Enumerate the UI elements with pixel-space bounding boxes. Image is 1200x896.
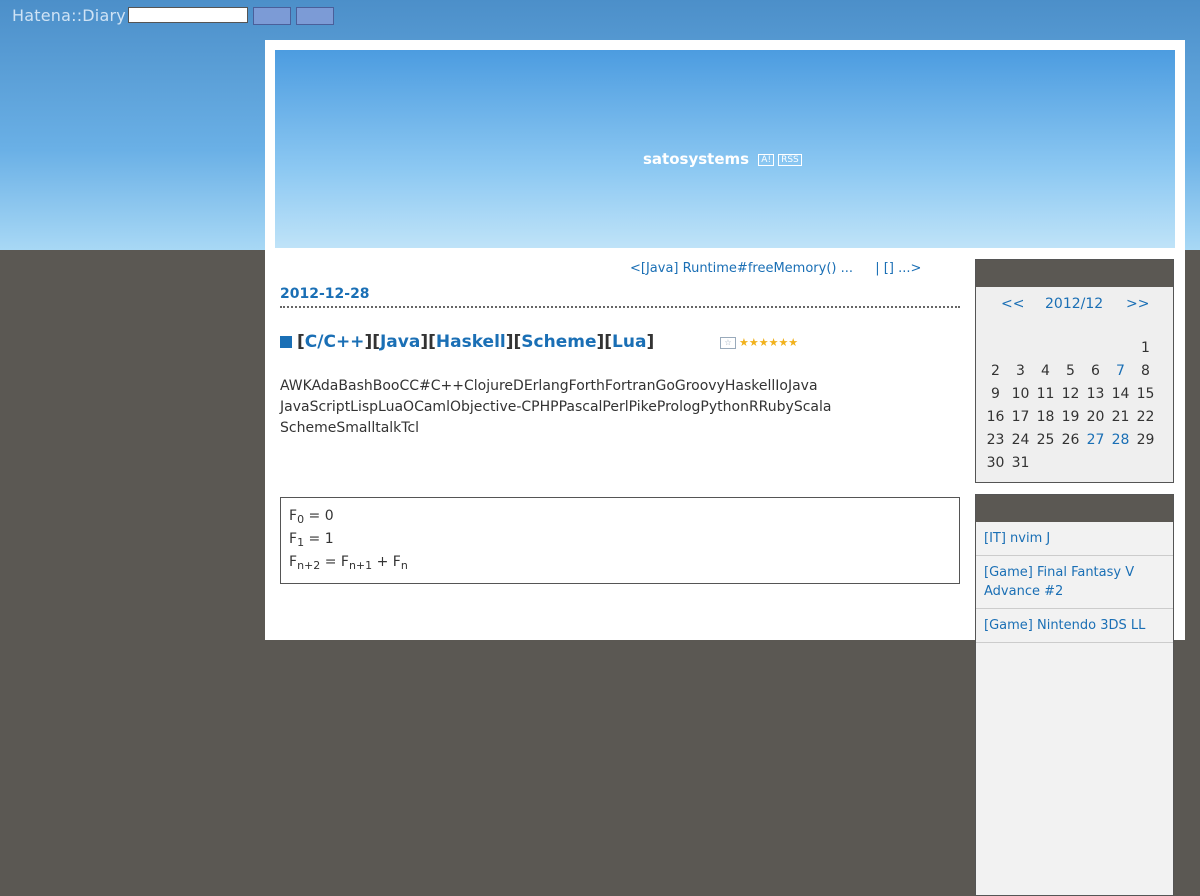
- calendar-day: 6: [1091, 363, 1100, 379]
- search-input[interactable]: [128, 7, 248, 23]
- rss-icon[interactable]: RSS: [778, 153, 802, 166]
- recent-entries-header: [976, 495, 1173, 522]
- category-haskell[interactable]: Haskell: [436, 332, 506, 352]
- calendar-day: 2: [991, 363, 1000, 379]
- header-banner: satosystems A! RSS: [275, 50, 1175, 248]
- calendar-day: 14: [1111, 386, 1130, 402]
- calendar-day: 26: [1061, 432, 1080, 448]
- calendar-day: 29: [1136, 432, 1155, 448]
- calendar-day: 18: [1036, 409, 1055, 425]
- calendar-day: 17: [1011, 409, 1030, 425]
- recent-entry-link[interactable]: [Game] Nintendo 3DS LL: [976, 609, 1173, 643]
- entry-body: AWKAdaBashBooCC#C++ClojureDErlangForthFo…: [280, 376, 880, 439]
- calendar-day: 11: [1036, 386, 1055, 402]
- calendar-day: 31: [1011, 455, 1030, 471]
- star-list[interactable]: ★★★★★★: [739, 336, 798, 349]
- entry-date[interactable]: 2012-12-28: [280, 286, 960, 308]
- calendar-day: 9: [991, 386, 1000, 402]
- calendar-day: 16: [986, 409, 1005, 425]
- calendar-header: [976, 260, 1173, 287]
- calendar-day: 15: [1136, 386, 1155, 402]
- calendar-day-link[interactable]: 27: [1083, 432, 1108, 448]
- formula-box: F0 = 0 F1 = 1 Fn+2 = Fn+1 + Fn: [280, 497, 960, 584]
- calendar-day: 23: [986, 432, 1005, 448]
- category-java[interactable]: Java: [380, 332, 420, 352]
- calendar-day: 25: [1036, 432, 1055, 448]
- body-line: AWKAdaBashBooCC#C++ClojureDErlangForthFo…: [280, 378, 818, 394]
- calendar-day: 12: [1061, 386, 1080, 402]
- calendar-day: 30: [986, 455, 1005, 471]
- calendar-day: 22: [1136, 409, 1155, 425]
- calendar-day-link[interactable]: 28: [1108, 432, 1133, 448]
- body-line: JavaScriptLispLuaOCamlObjective-CPHPPasc…: [280, 399, 832, 415]
- calendar-month-link[interactable]: 2012/12: [1045, 296, 1103, 312]
- body-line: SchemeSmalltalkTcl: [280, 420, 420, 436]
- recent-entry-link[interactable]: [IT] nvim J: [976, 522, 1173, 556]
- diary-search-button[interactable]: [296, 7, 334, 25]
- category-c-cpp[interactable]: C/C++: [305, 332, 365, 352]
- calendar-day: 20: [1086, 409, 1105, 425]
- calendar-day: 19: [1061, 409, 1080, 425]
- hatena-topbar: Hatena::Diary: [0, 0, 1200, 32]
- calendar-day: 3: [1016, 363, 1025, 379]
- calendar-day: 10: [1011, 386, 1030, 402]
- formula-line-1: F0 = 0: [289, 508, 334, 526]
- calendar-day: 13: [1086, 386, 1105, 402]
- formula-line-2: F1 = 1: [289, 531, 334, 549]
- site-title: satosystems A! RSS: [643, 150, 802, 168]
- calendar-day: 21: [1111, 409, 1130, 425]
- calendar-day: 1: [1141, 340, 1150, 356]
- antenna-icon[interactable]: A!: [758, 153, 775, 166]
- calendar-prev-link[interactable]: <<: [1001, 296, 1024, 312]
- calendar-day: 8: [1141, 363, 1150, 379]
- category-lua[interactable]: Lua: [612, 332, 646, 352]
- calendar-module: << 2012/12 >> 1 2 3 4 5 6 7 8 9 10 11 12…: [975, 259, 1174, 483]
- add-star-icon[interactable]: ☆: [720, 337, 736, 349]
- calendar-day: 24: [1011, 432, 1030, 448]
- prev-entry-link[interactable]: <[Java] Runtime#freeMemory() ...: [630, 261, 853, 276]
- site-title-link[interactable]: satosystems: [643, 150, 749, 168]
- recent-entry-link[interactable]: [Game] Final Fantasy V Advance #2: [976, 556, 1173, 609]
- calendar-next-link[interactable]: >>: [1126, 296, 1149, 312]
- section-square-icon[interactable]: [280, 336, 292, 348]
- entry-navigation: <[Java] Runtime#freeMemory() ... | [] ..…: [630, 261, 921, 276]
- diary-page: satosystems A! RSS <[Java] Runtime#freeMe…: [265, 40, 1185, 896]
- calendar-day: 4: [1041, 363, 1050, 379]
- recent-entries-module: [IT] nvim J [Game] Final Fantasy V Advan…: [975, 494, 1174, 896]
- formula-line-3: Fn+2 = Fn+1 + Fn: [289, 554, 408, 572]
- calendar-day-link[interactable]: 7: [1108, 363, 1133, 379]
- hatena-star: ☆ ★★★★★★: [720, 336, 798, 349]
- hatena-logo[interactable]: Hatena::Diary: [12, 6, 126, 25]
- search-button[interactable]: [253, 7, 291, 25]
- category-scheme[interactable]: Scheme: [521, 332, 596, 352]
- calendar-day: 5: [1066, 363, 1075, 379]
- next-entry-link[interactable]: | [] ...>: [875, 261, 921, 276]
- section-title: [C/C++][Java][Haskell][Scheme][Lua]: [280, 332, 654, 352]
